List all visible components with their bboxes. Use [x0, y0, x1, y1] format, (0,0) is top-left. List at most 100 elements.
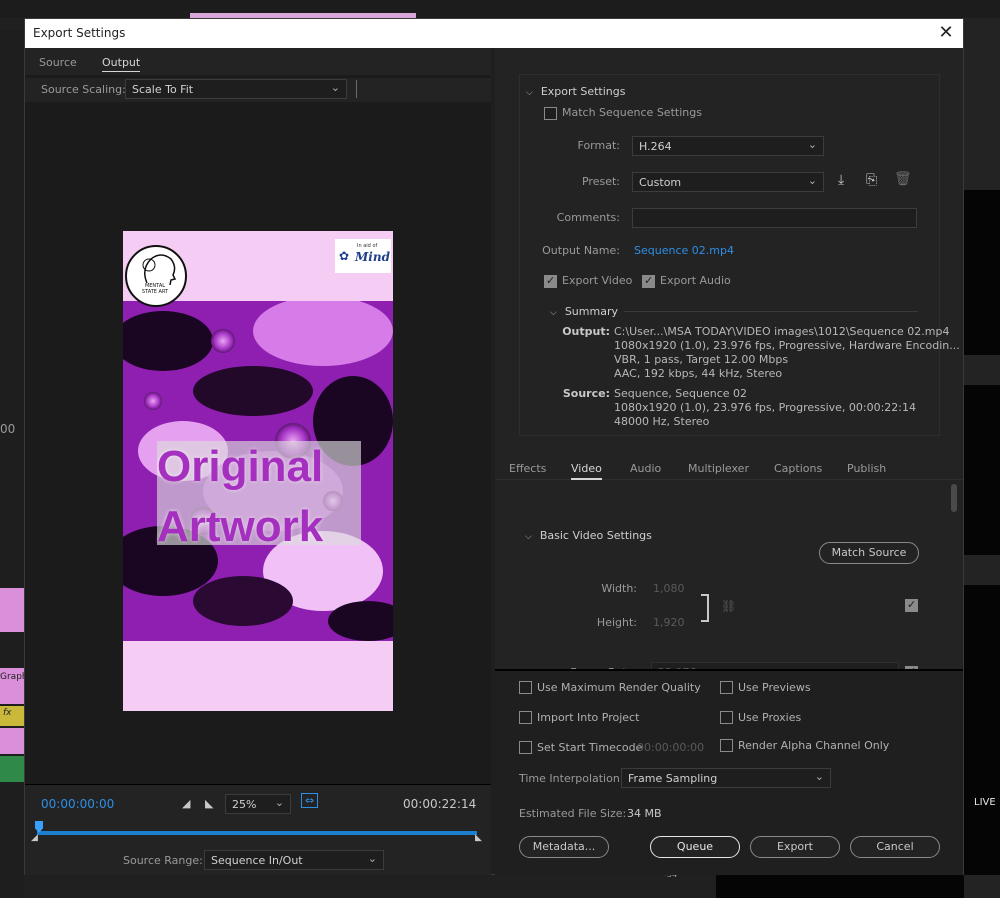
- cancel-button[interactable]: Cancel: [850, 836, 940, 858]
- summary-output-video: 1080x1920 (1.0), 23.976 fps, Progressive…: [614, 339, 960, 352]
- metadata-button[interactable]: Metadata...: [519, 836, 609, 858]
- source-scaling-label: Source Scaling:: [41, 83, 126, 96]
- source-scaling-row: Source Scaling: Scale To Fit ⌄: [25, 78, 491, 102]
- unlink-icon[interactable]: ⛓: [721, 599, 736, 613]
- aspect-ratio-icon[interactable]: ⇔: [301, 793, 319, 808]
- chevron-down-icon: ⌄: [814, 770, 824, 783]
- export-settings-heading[interactable]: ⌵ Export Settings: [526, 85, 625, 98]
- settings-tabs: Effects Video Audio Multiplexer Captions…: [495, 454, 963, 480]
- tab-output[interactable]: Output: [102, 56, 141, 72]
- width-value[interactable]: 1,080: [653, 582, 685, 595]
- start-timecode-value[interactable]: 00:00:00:00: [637, 741, 704, 754]
- side-text-00: 00: [0, 422, 16, 436]
- start-timecode-label: Set Start Timecode: [537, 741, 643, 754]
- match-source-button[interactable]: Match Source: [819, 542, 919, 564]
- import-project-checkbox[interactable]: [519, 711, 532, 724]
- queue-button[interactable]: Queue: [650, 836, 740, 858]
- summary-source-values: Sequence, Sequence 02 1080x1920 (1.0), 2…: [614, 387, 916, 429]
- dialog-title: Export Settings: [33, 26, 126, 40]
- export-options-panel: Use Maximum Render Quality Use Previews …: [495, 669, 963, 875]
- use-previews-label: Use Previews: [738, 681, 811, 694]
- tab-multiplexer[interactable]: Multiplexer: [688, 462, 749, 475]
- overlay-line-1: Original: [157, 442, 324, 491]
- source-output-tabs: Source Output: [25, 48, 491, 75]
- import-preset-icon[interactable]: ⎘: [866, 172, 877, 188]
- chevron-down-icon: ⌄: [807, 138, 817, 151]
- match-sequence-checkbox[interactable]: [544, 107, 557, 120]
- tab-captions[interactable]: Captions: [774, 462, 822, 475]
- chevron-down-icon: ⌵: [526, 88, 533, 98]
- delete-preset-icon[interactable]: 🗑: [894, 171, 912, 187]
- match-sequence-label: Match Sequence Settings: [562, 106, 702, 119]
- file-size-value: 34 MB: [627, 807, 662, 820]
- preview-panel: Source Output Source Scaling: Scale To F…: [25, 48, 491, 875]
- height-value[interactable]: 1,920: [653, 616, 685, 629]
- summary-heading-text: Summary: [564, 305, 618, 318]
- mind-charity-logo: ✿ In aid of Mind: [335, 239, 391, 273]
- zoom-dropdown[interactable]: 25% ⌄: [225, 794, 291, 814]
- range-start-handle[interactable]: ◢: [31, 833, 38, 843]
- export-audio-checkbox[interactable]: [642, 274, 655, 288]
- overlay-line-2: Artwork: [157, 502, 324, 551]
- summary-output-values: C:\User...\MSA TODAY\VIDEO images\1012\S…: [614, 325, 960, 381]
- tab-effects[interactable]: Effects: [509, 462, 546, 475]
- basic-video-heading[interactable]: ⌵ Basic Video Settings: [525, 529, 652, 542]
- export-audio-label: Export Audio: [660, 274, 731, 287]
- max-render-checkbox[interactable]: [519, 681, 532, 694]
- summary-output-label: Output:: [562, 325, 610, 338]
- app-bottom-black: [716, 875, 964, 898]
- close-icon[interactable]: ✕: [935, 22, 957, 44]
- time-interpolation-dropdown[interactable]: Frame Sampling ⌄: [621, 768, 831, 788]
- import-project-label: Import Into Project: [537, 711, 640, 724]
- format-value: H.264: [639, 140, 672, 153]
- comments-field[interactable]: [632, 208, 917, 228]
- overlay-title: Original Artwork: [157, 437, 323, 557]
- render-alpha-checkbox[interactable]: [720, 739, 733, 752]
- file-size-label: Estimated File Size:: [519, 807, 627, 820]
- render-alpha-label: Render Alpha Channel Only: [738, 739, 890, 752]
- summary-output-bitrate: VBR, 1 pass, Target 12.00 Mbps: [614, 353, 789, 366]
- time-interpolation-label: Time Interpolation:: [519, 772, 624, 785]
- summary-divider: [624, 311, 918, 312]
- range-end-handle[interactable]: ◣: [475, 833, 482, 843]
- source-range-track[interactable]: [37, 831, 477, 835]
- save-preset-icon[interactable]: ⤓: [838, 172, 844, 188]
- mark-in-icon[interactable]: ◢: [182, 797, 190, 810]
- program-monitor-thumb-1: [964, 190, 1000, 355]
- source-range-dropdown[interactable]: Sequence In/Out ⌄: [204, 850, 384, 870]
- export-button[interactable]: Export: [750, 836, 840, 858]
- program-monitor-thumb-3: [964, 585, 1000, 875]
- tab-source[interactable]: Source: [39, 56, 77, 69]
- summary-heading[interactable]: ⌵ Summary: [550, 305, 618, 318]
- comments-label: Comments:: [556, 211, 620, 224]
- mark-out-icon[interactable]: ◣: [205, 797, 213, 810]
- output-name-link[interactable]: Sequence 02.mp4: [634, 244, 734, 257]
- timecode-duration: 00:00:22:14: [403, 797, 477, 811]
- timecode-current[interactable]: 00:00:00:00: [41, 797, 114, 811]
- start-timecode-checkbox[interactable]: [519, 741, 532, 754]
- use-previews-checkbox[interactable]: [720, 681, 733, 694]
- source-range-label: Source Range:: [123, 854, 203, 867]
- source-scaling-dropdown[interactable]: Scale To Fit ⌄: [125, 79, 347, 99]
- divider: [356, 80, 357, 98]
- butterfly-icon: ✿: [339, 249, 350, 263]
- export-video-label: Export Video: [562, 274, 633, 287]
- format-dropdown[interactable]: H.264 ⌄: [632, 136, 824, 156]
- settings-scrollbar[interactable]: [951, 484, 957, 512]
- export-video-checkbox[interactable]: [544, 274, 557, 288]
- source-scaling-value: Scale To Fit: [132, 83, 194, 96]
- tab-publish[interactable]: Publish: [847, 462, 886, 475]
- tab-video[interactable]: Video: [571, 462, 602, 480]
- preset-dropdown[interactable]: Custom ⌄: [632, 172, 824, 192]
- chevron-down-icon: ⌵: [525, 532, 532, 542]
- max-render-label: Use Maximum Render Quality: [537, 681, 701, 694]
- tab-audio[interactable]: Audio: [630, 462, 661, 475]
- timeline-clip-pink-3: [0, 728, 24, 754]
- preview-area: Original Artwork MENTAL STATE ART ✿ In a…: [25, 104, 491, 784]
- dialog-titlebar: Export Settings ✕: [25, 19, 963, 48]
- mind-logo-text: Mind: [355, 250, 390, 264]
- use-proxies-checkbox[interactable]: [720, 711, 733, 724]
- width-height-checkbox[interactable]: [905, 598, 918, 612]
- timeline-clip-pink-1: [0, 588, 24, 632]
- side-text-fx: fx: [3, 708, 12, 718]
